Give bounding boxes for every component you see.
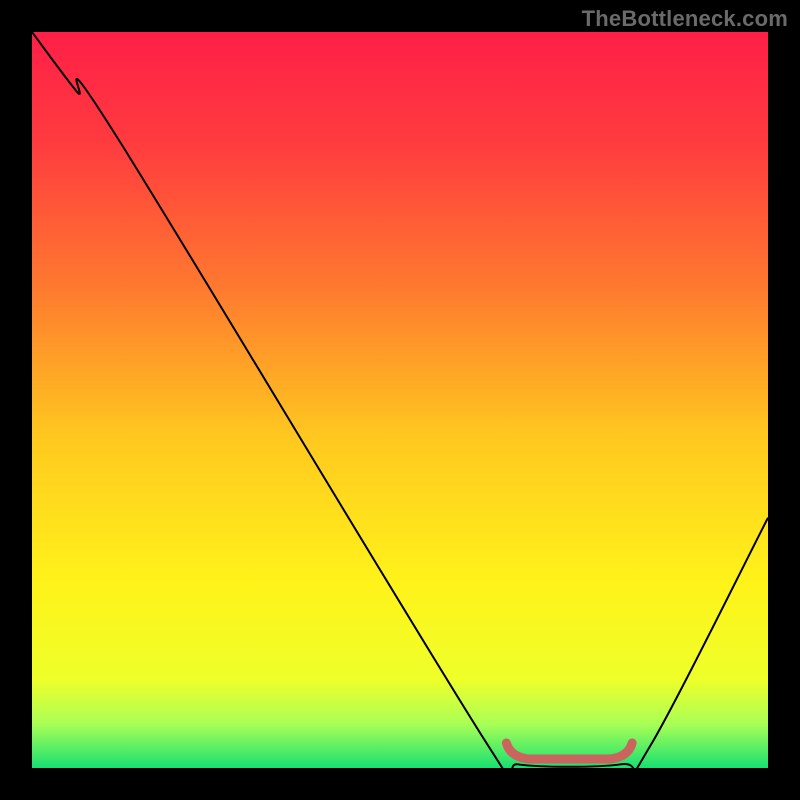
plot-area [32, 32, 768, 768]
gradient-background [32, 32, 768, 768]
watermark-text: TheBottleneck.com [582, 6, 788, 32]
chart-svg [32, 32, 768, 768]
chart-frame: TheBottleneck.com [0, 0, 800, 800]
